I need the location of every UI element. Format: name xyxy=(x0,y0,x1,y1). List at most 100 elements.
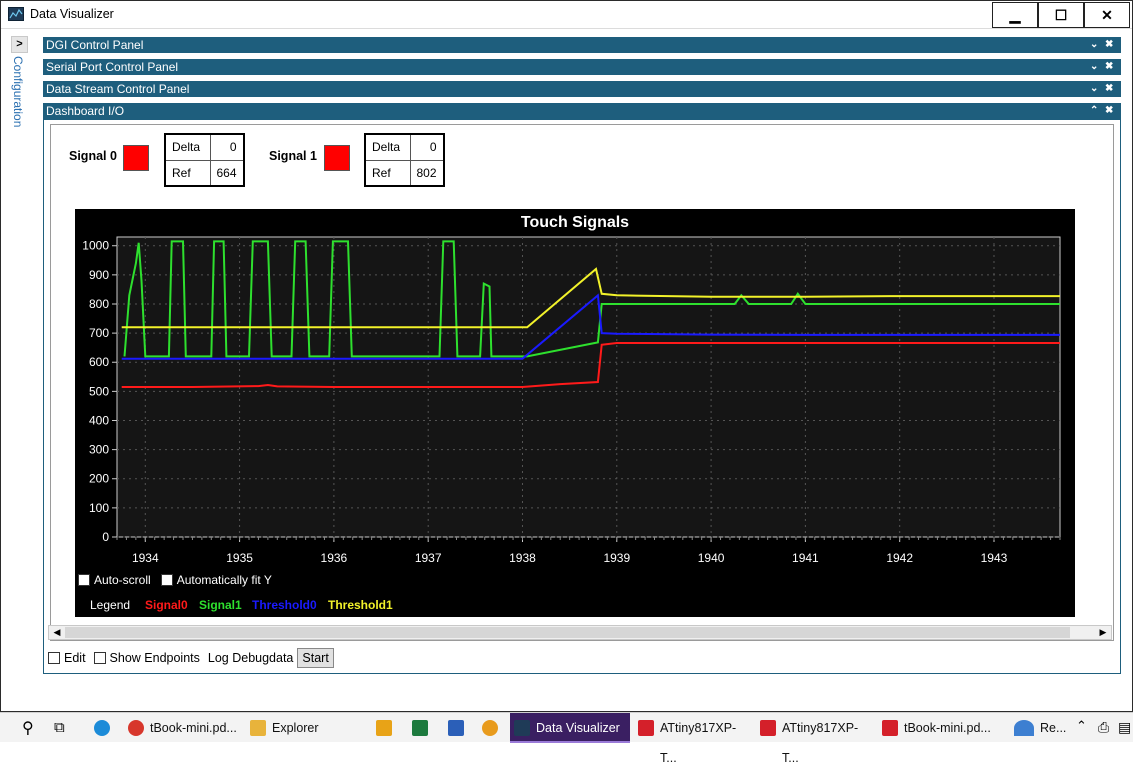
edge-icon[interactable] xyxy=(94,720,110,736)
scrollbar-thumb[interactable] xyxy=(65,627,1070,638)
close-icon[interactable]: ✖ xyxy=(1105,81,1113,97)
table-row: Delta 0 xyxy=(364,133,445,161)
x-tick-label: 1941 xyxy=(792,551,819,565)
word-icon[interactable] xyxy=(448,720,464,736)
signal-1-indicator xyxy=(324,145,350,171)
touch-signals-chart[interactable]: Touch Signals 0 100 200 300 400 500 600 700 800 9… xyxy=(75,209,1075,617)
maximize-button[interactable]: ☐ xyxy=(1038,2,1084,28)
auto-scroll-checkbox[interactable] xyxy=(78,574,90,586)
taskbar-item-weather[interactable]: Re... xyxy=(1008,713,1070,743)
media-player-icon[interactable] xyxy=(482,720,498,736)
signal-0-indicator xyxy=(123,145,149,171)
chevron-down-icon[interactable]: ⌄ xyxy=(1090,37,1098,53)
minimize-button[interactable]: ▁ xyxy=(992,2,1038,28)
auto-scroll-label: Auto-scroll xyxy=(94,573,151,587)
taskbar-item-data-visualizer[interactable]: Data Visualizer xyxy=(510,713,630,743)
configuration-tab[interactable]: Configuration xyxy=(11,56,25,127)
y-tick-label: 1000 xyxy=(82,239,109,253)
chart-title: Touch Signals xyxy=(521,214,629,231)
y-tick-label: 700 xyxy=(89,326,109,340)
delta-label: Delta xyxy=(164,133,211,161)
excel-icon[interactable] xyxy=(412,720,428,736)
delta-label: Delta xyxy=(364,133,411,161)
signal-1-label: Signal 1 xyxy=(269,149,317,163)
start-button[interactable]: Start xyxy=(297,648,334,668)
network-icon[interactable]: ▤ xyxy=(1118,719,1131,736)
taskbar-item-attiny-1[interactable]: ATtiny817XP-T... xyxy=(634,713,752,765)
table-row: Ref 664 xyxy=(164,159,245,187)
signal-0-table: Delta 0 Ref 664 xyxy=(164,133,245,187)
taskbar-item-pdf-1[interactable]: tBook-mini.pd... xyxy=(124,713,242,743)
taskbar-item-pdf-2[interactable]: tBook-mini.pd... xyxy=(878,713,996,743)
data-stream-control-panel-header[interactable]: Data Stream Control Panel ⌄ ✖ xyxy=(43,81,1121,97)
panel-title: Serial Port Control Panel xyxy=(46,60,179,74)
ref-value: 802 xyxy=(409,159,445,187)
close-icon[interactable]: ✖ xyxy=(1105,37,1113,53)
taskbar-item-label: tBook-mini.pd... xyxy=(150,721,237,735)
taskbar-item-label: Re... xyxy=(1040,721,1067,735)
x-tick-label: 1936 xyxy=(321,551,348,565)
y-tick-label: 800 xyxy=(89,297,109,311)
maximize-icon: ☐ xyxy=(1054,7,1068,23)
ref-label: Ref xyxy=(364,159,411,187)
x-tick-label: 1939 xyxy=(603,551,630,565)
legend-item-signal0: Signal0 xyxy=(145,598,188,612)
taskbar: ⚲ ⧉ tBook-mini.pd... Explorer Data Visua… xyxy=(0,712,1133,765)
taskbar-item-label: Data Visualizer xyxy=(536,721,620,735)
pdf-icon xyxy=(760,720,776,736)
chevron-right-icon: > xyxy=(16,38,23,50)
sidebar-toggle-button[interactable]: > xyxy=(11,36,28,53)
signal-1-table: Delta 0 Ref 802 xyxy=(364,133,445,187)
legend-item-threshold0: Threshold0 xyxy=(252,598,317,612)
taskbar-item-label: Explorer xyxy=(272,721,319,735)
close-icon[interactable]: ✖ xyxy=(1105,103,1113,119)
taskbar-item-attiny-2[interactable]: ATtiny817XP-T... xyxy=(756,713,874,765)
table-row: Ref 802 xyxy=(364,159,445,187)
x-tick-label: 1937 xyxy=(415,551,442,565)
task-view-icon[interactable]: ⧉ xyxy=(54,719,65,736)
close-button[interactable]: ✕ xyxy=(1084,2,1130,28)
edit-label: Edit xyxy=(64,651,86,665)
close-icon[interactable]: ✖ xyxy=(1105,59,1113,75)
delta-value: 0 xyxy=(209,133,245,161)
y-tick-label: 100 xyxy=(89,501,109,515)
search-icon[interactable]: ⚲ xyxy=(22,718,34,738)
chevron-up-icon[interactable]: ⌃ xyxy=(1090,103,1098,119)
dashboard-io-header[interactable]: Dashboard I/O ⌃ ✖ xyxy=(43,103,1121,119)
y-tick-label: 900 xyxy=(89,268,109,282)
taskbar-item-label: tBook-mini.pd... xyxy=(904,721,991,735)
serial-port-control-panel-header[interactable]: Serial Port Control Panel ⌄ ✖ xyxy=(43,59,1121,75)
device-icon[interactable]: ⎙ xyxy=(1098,719,1109,736)
y-tick-label: 300 xyxy=(89,443,109,457)
panel-title: DGI Control Panel xyxy=(46,38,144,52)
title-bar: Data Visualizer ▁ ☐ ✕ xyxy=(1,1,1132,29)
chevron-up-icon[interactable]: ⌃ xyxy=(1076,718,1087,734)
legend-title: Legend xyxy=(90,598,130,612)
chevron-down-icon[interactable]: ⌄ xyxy=(1090,59,1098,75)
outlook-icon[interactable] xyxy=(376,720,392,736)
ref-label: Ref xyxy=(164,159,211,187)
scroll-left-icon[interactable]: ◀ xyxy=(50,626,64,639)
folder-icon xyxy=(250,720,266,736)
dgi-control-panel-header[interactable]: DGI Control Panel ⌄ ✖ xyxy=(43,37,1121,53)
scroll-right-icon[interactable]: ▶ xyxy=(1096,626,1110,639)
app-window: Data Visualizer ▁ ☐ ✕ > Configuration DG… xyxy=(0,0,1133,712)
x-tick-label: 1938 xyxy=(509,551,536,565)
x-tick-label: 1942 xyxy=(886,551,913,565)
chevron-down-icon[interactable]: ⌄ xyxy=(1090,81,1098,97)
x-tick-label: 1934 xyxy=(132,551,159,565)
configuration-sidebar: > Configuration xyxy=(9,34,29,134)
y-tick-label: 0 xyxy=(102,530,109,544)
auto-fit-checkbox[interactable] xyxy=(160,574,173,586)
edit-checkbox[interactable] xyxy=(48,652,60,664)
legend-item-signal1: Signal1 xyxy=(199,598,242,612)
horizontal-scrollbar[interactable]: ◀ ▶ xyxy=(48,625,1112,640)
show-endpoints-checkbox[interactable] xyxy=(93,652,106,664)
close-icon: ✕ xyxy=(1101,7,1113,23)
taskbar-item-explorer[interactable]: Explorer xyxy=(246,713,366,743)
delta-value: 0 xyxy=(409,133,445,161)
y-tick-label: 200 xyxy=(89,472,109,486)
taskbar-item-label: ATtiny817XP-T... xyxy=(782,721,859,765)
ref-value: 664 xyxy=(209,159,245,187)
y-tick-label: 500 xyxy=(89,384,109,398)
